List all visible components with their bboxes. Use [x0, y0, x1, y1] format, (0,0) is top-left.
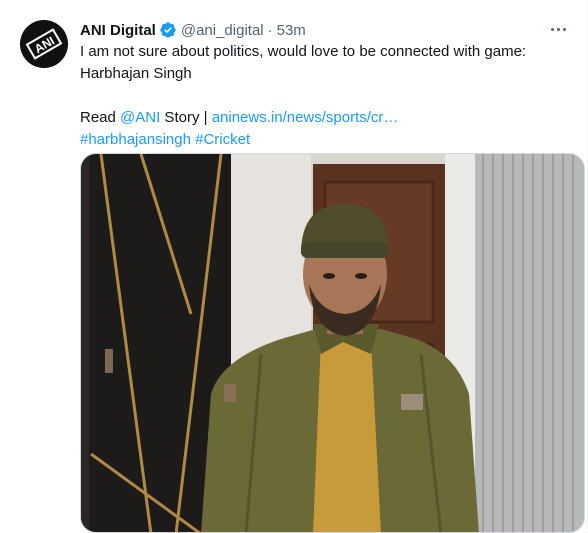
- author-avatar[interactable]: ANI: [20, 20, 68, 68]
- read-prefix: Read: [80, 109, 121, 126]
- hashtag-link[interactable]: #harbhajansingh: [80, 131, 191, 148]
- dot-icon: [556, 27, 560, 31]
- tweet-timestamp[interactable]: 53m: [277, 22, 306, 39]
- dot-icon: [550, 27, 554, 31]
- author-handle[interactable]: @ani_digital: [181, 22, 264, 39]
- hashtag-link[interactable]: #Cricket: [195, 131, 250, 148]
- tweet-read-line: Read @ANI Story | aninews.in/news/sports…: [80, 107, 570, 129]
- more-options-button[interactable]: [543, 14, 573, 44]
- dot-icon: [562, 27, 566, 31]
- tweet-text: I am not sure about politics, would love…: [80, 41, 570, 151]
- tweet-header: ANI Digital @ani_digital · 53m: [80, 19, 306, 41]
- author-name[interactable]: ANI Digital: [80, 22, 156, 39]
- header-separator: ·: [267, 21, 273, 39]
- story-text: Story |: [160, 109, 212, 126]
- mention-link[interactable]: @ANI: [120, 109, 160, 126]
- verified-badge-icon: [160, 22, 176, 38]
- video-media[interactable]: [80, 153, 585, 533]
- tweet-card[interactable]: ANI ANI Digital @ani_digital · 53m I am …: [0, 0, 588, 533]
- video-thumbnail-image: [81, 154, 584, 532]
- article-url-link[interactable]: aninews.in/news/sports/cr…: [212, 109, 399, 126]
- ani-logo-icon: ANI: [20, 20, 68, 68]
- hashtag-line: #harbhajansingh #Cricket: [80, 129, 570, 151]
- tweet-headline: I am not sure about politics, would love…: [80, 43, 527, 82]
